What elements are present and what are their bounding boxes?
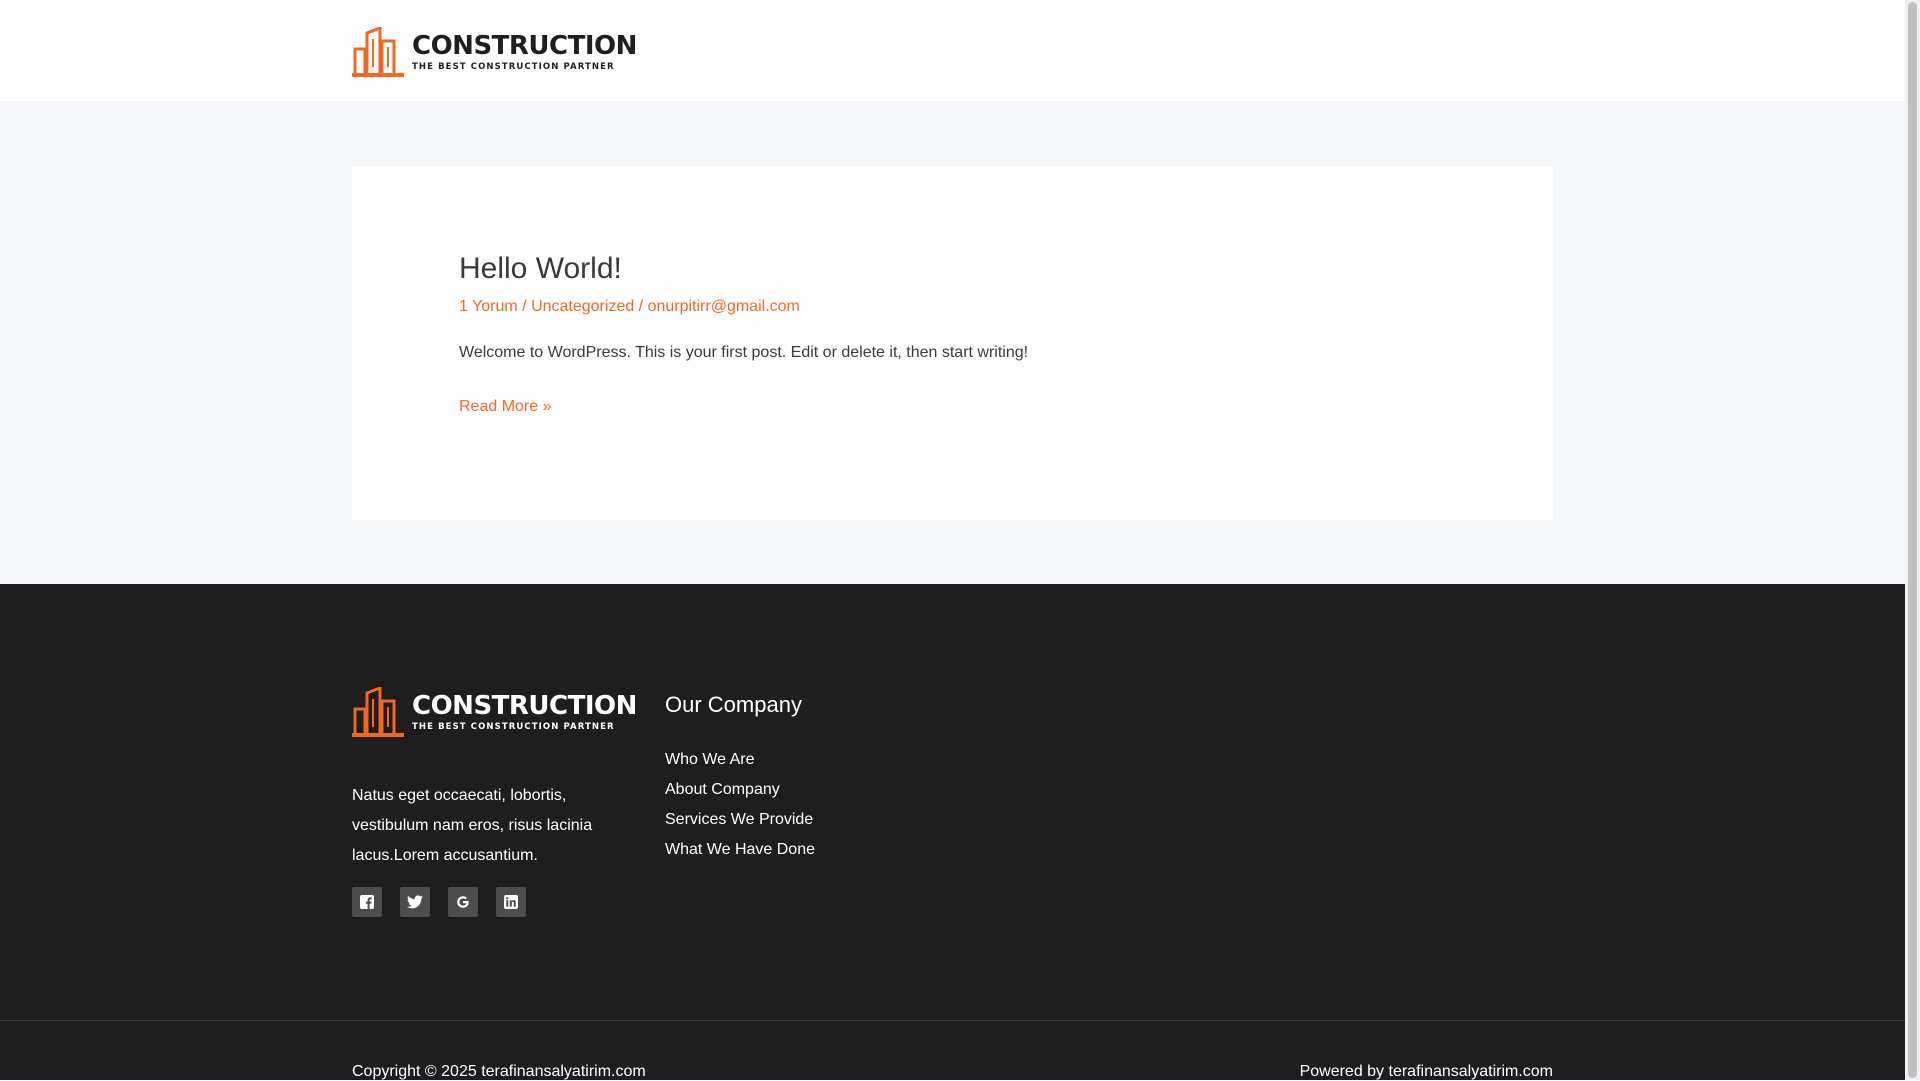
services-link[interactable]: Services We Provide (665, 811, 813, 828)
facebook-button[interactable] (352, 887, 382, 917)
logo-subtitle: THE BEST CONSTRUCTION PARTNER (412, 61, 615, 72)
google-button[interactable] (448, 887, 478, 917)
company-links: Who We Are About Company Services We Pro… (665, 745, 815, 865)
site-header: CONSTRUCTION THE BEST CONSTRUCTION PARTN… (0, 0, 1905, 101)
powered-by-text: Powered by terafinansalyatirim.com (1299, 1063, 1553, 1080)
twitter-icon (407, 895, 423, 909)
who-we-are-link[interactable]: Who We Are (665, 751, 755, 768)
site-logo[interactable]: CONSTRUCTION THE BEST CONSTRUCTION PARTN… (352, 27, 637, 77)
linkedin-icon (504, 895, 518, 909)
post-title[interactable]: Hello World! (459, 252, 622, 286)
google-icon (457, 896, 469, 908)
list-item: About Company (665, 775, 815, 805)
linkedin-button[interactable] (496, 887, 526, 917)
meta-separator: / (634, 298, 648, 315)
list-item: Who We Are (665, 745, 815, 775)
list-item: Services We Provide (665, 805, 815, 835)
post-excerpt: Welcome to WordPress. This is your first… (459, 344, 1029, 361)
copyright-text: Copyright © 2025 terafinansalyatirim.com (352, 1063, 646, 1080)
logo-title: CONSTRUCTION (412, 690, 637, 721)
meta-separator: / (517, 298, 532, 315)
what-we-have-done-link[interactable]: What We Have Done (665, 841, 815, 858)
footer-divider (0, 1020, 1905, 1021)
twitter-button[interactable] (400, 887, 430, 917)
logo-subtitle: THE BEST CONSTRUCTION PARTNER (412, 721, 615, 732)
about-company-link[interactable]: About Company (665, 781, 780, 798)
social-icons (352, 887, 526, 917)
list-item: What We Have Done (665, 835, 815, 865)
widget-title: Our Company (665, 692, 802, 717)
footer-logo[interactable]: CONSTRUCTION THE BEST CONSTRUCTION PARTN… (352, 687, 637, 737)
post-meta: 1 Yorum / Uncategorized / onurpitirr@gma… (459, 298, 800, 316)
scrollbar-thumb[interactable] (1908, 2, 1917, 1078)
building-logo-icon (352, 27, 404, 77)
building-logo-icon (352, 687, 404, 737)
post-card: Hello World! 1 Yorum / Uncategorized / o… (352, 166, 1553, 520)
site-footer: CONSTRUCTION THE BEST CONSTRUCTION PARTN… (0, 584, 1905, 1080)
read-more-link[interactable]: Read More » (459, 398, 552, 416)
logo-title: CONSTRUCTION (412, 30, 637, 61)
footer-about-text: Natus eget occaecati, lobortis, vestibul… (352, 787, 593, 864)
vertical-scrollbar[interactable] (1905, 0, 1920, 1080)
comments-link[interactable]: 1 Yorum (459, 298, 518, 315)
facebook-icon (360, 895, 374, 909)
category-link[interactable]: Uncategorized (531, 298, 634, 315)
author-link[interactable]: onurpitirr@gmail.com (648, 298, 800, 315)
